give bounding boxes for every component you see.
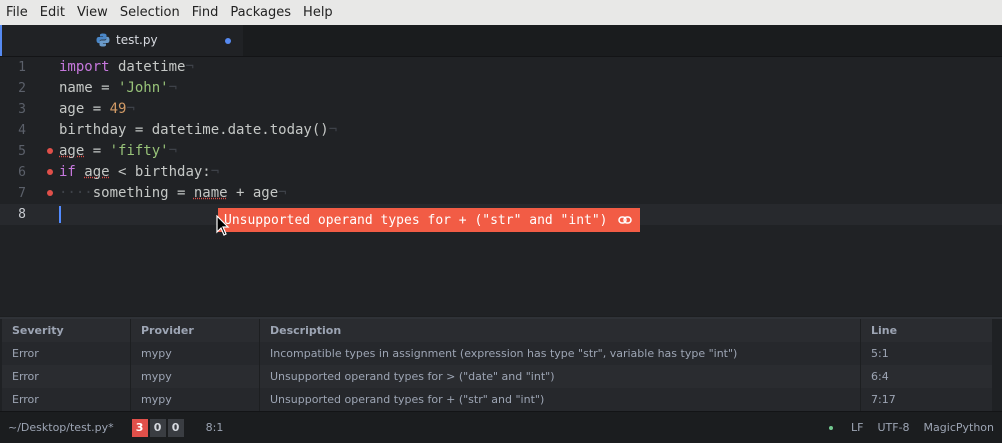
description-cell: Unsupported operand types for + ("str" a… xyxy=(260,388,861,411)
linter-panel: Severity Provider Description Line Error… xyxy=(0,317,1002,413)
provider-cell: mypy xyxy=(131,342,260,365)
tab-test-py[interactable]: test.py xyxy=(0,25,243,56)
linter-table: Severity Provider Description Line Error… xyxy=(2,319,992,411)
header-description[interactable]: Description xyxy=(260,319,861,342)
line-cell: 6:4 xyxy=(871,370,889,383)
code-text: age = 'fifty'¬ xyxy=(59,143,178,159)
error-tooltip: Unsupported operand types for + ("str" a… xyxy=(218,208,640,232)
code-text: age = 49¬ xyxy=(59,101,135,117)
line-number[interactable]: 1 xyxy=(0,57,26,78)
error-marker-icon[interactable] xyxy=(47,148,53,154)
code-editor[interactable]: 1 import datetime¬ 2 name = 'John'¬ 3 ag… xyxy=(0,57,1002,316)
menu-find[interactable]: Find xyxy=(186,0,225,25)
code-line: 1 import datetime¬ xyxy=(0,57,1002,78)
line-cell: 5:1 xyxy=(871,347,889,360)
git-status-icon[interactable] xyxy=(829,425,833,430)
warning-count-badge[interactable]: 0 xyxy=(149,418,166,437)
text-cursor xyxy=(59,206,61,223)
line-number[interactable]: 3 xyxy=(0,99,26,120)
menu-packages[interactable]: Packages xyxy=(224,0,297,25)
code-line: 2 name = 'John'¬ xyxy=(0,78,1002,99)
table-header: Severity Provider Description Line xyxy=(2,319,992,342)
header-severity[interactable]: Severity xyxy=(2,319,131,342)
line-number[interactable]: 4 xyxy=(0,120,26,141)
menu-bar: File Edit View Selection Find Packages H… xyxy=(0,0,1002,25)
link-icon[interactable] xyxy=(617,213,632,227)
line-ending-selector[interactable]: LF xyxy=(851,421,863,434)
error-count-badge[interactable]: 3 xyxy=(131,418,148,437)
line-number[interactable]: 6 xyxy=(0,162,26,183)
code-text: birthday = datetime.date.today()¬ xyxy=(59,122,338,138)
line-number[interactable]: 2 xyxy=(0,78,26,99)
error-marker-icon[interactable] xyxy=(47,169,53,175)
description-cell: Unsupported operand types for > ("date" … xyxy=(260,365,861,388)
status-right: LF UTF-8 MagicPython xyxy=(829,421,1002,434)
tab-bar: test.py xyxy=(0,25,1002,57)
linter-counts[interactable]: 3 0 0 xyxy=(131,418,186,437)
table-row[interactable]: Error mypy Unsupported operand types for… xyxy=(2,388,992,411)
header-line[interactable]: Line xyxy=(861,319,992,342)
table-row[interactable]: Error mypy Incompatible types in assignm… xyxy=(2,342,992,365)
cursor-position[interactable]: 8:1 xyxy=(206,421,224,434)
grammar-selector[interactable]: MagicPython xyxy=(924,421,994,434)
provider-cell: mypy xyxy=(131,388,260,411)
description-cell: Incompatible types in assignment (expres… xyxy=(260,342,861,365)
encoding-selector[interactable]: UTF-8 xyxy=(877,421,909,434)
code-text: ····something = name + age¬ xyxy=(59,185,287,201)
tooltip-message: Unsupported operand types for + ("str" a… xyxy=(224,212,608,228)
modified-indicator[interactable] xyxy=(225,38,231,44)
menu-help[interactable]: Help xyxy=(297,0,339,25)
error-marker-icon[interactable] xyxy=(47,190,53,196)
header-provider[interactable]: Provider xyxy=(131,319,260,342)
line-number[interactable]: 5 xyxy=(0,141,26,162)
tab-title: test.py xyxy=(116,33,158,47)
severity-cell: Error xyxy=(2,388,131,411)
code-text: import datetime¬ xyxy=(59,59,194,75)
menu-selection[interactable]: Selection xyxy=(114,0,186,25)
menu-view[interactable]: View xyxy=(71,0,114,25)
line-cell: 7:17 xyxy=(871,393,896,406)
code-line: 7 ····something = name + age¬ xyxy=(0,183,1002,204)
code-line: 4 birthday = datetime.date.today()¬ xyxy=(0,120,1002,141)
line-number[interactable]: 8 xyxy=(0,204,26,225)
table-body: Error mypy Incompatible types in assignm… xyxy=(2,342,992,411)
severity-cell: Error xyxy=(2,342,131,365)
provider-cell: mypy xyxy=(131,365,260,388)
file-path[interactable]: ~/Desktop/test.py* xyxy=(8,421,114,434)
table-row[interactable]: Error mypy Unsupported operand types for… xyxy=(2,365,992,388)
line-number[interactable]: 7 xyxy=(0,183,26,204)
severity-cell: Error xyxy=(2,365,131,388)
code-line: 3 age = 49¬ xyxy=(0,99,1002,120)
python-file-icon xyxy=(96,33,110,47)
info-count-badge[interactable]: 0 xyxy=(167,418,184,437)
code-line: 6 if age < birthday:¬ xyxy=(0,162,1002,183)
code-line: 5 age = 'fifty'¬ xyxy=(0,141,1002,162)
code-text: if age < birthday:¬ xyxy=(59,164,220,180)
mouse-pointer-icon xyxy=(216,215,230,236)
status-bar: ~/Desktop/test.py* 3 0 0 8:1 LF UTF-8 Ma… xyxy=(0,411,1002,443)
menu-file[interactable]: File xyxy=(0,0,34,25)
menu-edit[interactable]: Edit xyxy=(34,0,71,25)
code-text: name = 'John'¬ xyxy=(59,80,178,96)
